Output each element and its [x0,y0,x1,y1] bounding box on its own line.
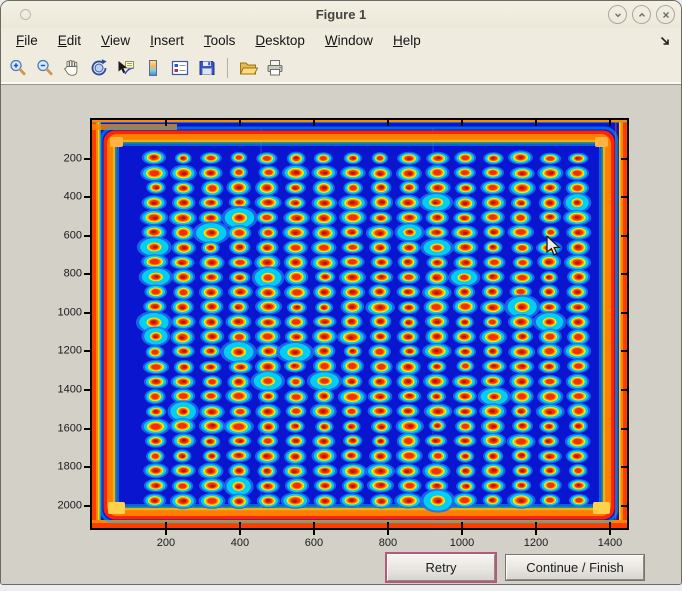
tick-label: 400 [64,191,82,203]
tick-mark [621,273,627,275]
print-figure-button[interactable] [264,57,286,79]
tick-mark [609,120,611,126]
save-figure-button[interactable] [196,57,218,79]
toolbar [1,53,681,84]
tick-label: 1400 [598,537,622,549]
tick-label: 1000 [58,306,82,318]
figure-background: 200 400 600 800 1000 1200 1400 200 400 600 800 1000… [1,84,681,585]
insert-legend-button[interactable] [169,57,191,79]
tick-label: 1800 [58,461,82,473]
tick-label: 1000 [450,537,474,549]
tick-label: 1200 [524,537,548,549]
tick-mark [165,530,167,535]
menu-item-help[interactable]: Help [383,30,431,51]
title-bar[interactable]: Figure 1 [1,1,681,28]
screen: Figure 1 FileEditViewInsertToolsDesktopW… [0,0,682,591]
tick-mark [609,522,611,528]
rotate-3d-button[interactable] [88,57,110,79]
insert-colorbar-button[interactable] [142,57,164,79]
minimize-button[interactable] [608,5,627,24]
tick-mark [621,312,627,314]
tick-mark [461,530,463,535]
tick-mark [621,466,627,468]
tick-label: 400 [231,537,249,549]
menu-item-file[interactable]: File [6,30,48,51]
tick-mark [535,530,537,535]
menu-item-window[interactable]: Window [315,30,383,51]
tick-mark [84,273,90,275]
tick-label: 1200 [58,345,82,357]
continue-finish-button[interactable]: Continue / Finish [506,555,644,580]
tick-mark [621,158,627,160]
tick-mark [621,505,627,507]
tick-mark [387,522,389,528]
menu-item-view[interactable]: View [91,30,140,51]
tick-mark [84,428,90,430]
tick-mark [621,196,627,198]
menu-bar: FileEditViewInsertToolsDesktopWindowHelp [1,28,681,53]
plot-axes: 2004006008001000120014002004006008001000… [90,118,629,530]
tick-mark [387,120,389,126]
tick-mark [84,235,90,237]
tick-label: 200 [157,537,175,549]
menu-item-edit[interactable]: Edit [48,30,91,51]
tick-label: 1600 [58,422,82,434]
tick-mark [239,120,241,126]
menu-item-desktop[interactable]: Desktop [245,30,315,51]
tick-mark [239,530,241,535]
tick-mark [84,389,90,391]
pan-button[interactable] [61,57,83,79]
window-title: Figure 1 [1,7,681,22]
menu-overflow-arrow-icon[interactable] [659,34,671,52]
tick-mark [387,530,389,535]
tick-mark [84,312,90,314]
tick-mark [461,120,463,126]
zoom-out-button[interactable] [34,57,56,79]
close-button[interactable] [656,5,675,24]
tick-label: 2000 [58,499,82,511]
tick-mark [84,350,90,352]
microarray-image[interactable] [92,120,627,528]
tick-mark [84,158,90,160]
zoom-in-button[interactable] [7,57,29,79]
tick-mark [535,522,537,528]
tick-mark [84,196,90,198]
window-controls [608,5,675,24]
tick-mark [535,120,537,126]
tick-label: 800 [64,268,82,280]
tick-mark [313,522,315,528]
data-cursor-button[interactable] [115,57,137,79]
tick-mark [621,389,627,391]
tick-mark [621,235,627,237]
tick-mark [84,466,90,468]
tick-label: 600 [305,537,323,549]
tick-label: 800 [379,537,397,549]
tick-mark [239,522,241,528]
tick-mark [621,350,627,352]
tick-label: 1400 [58,383,82,395]
menu-item-insert[interactable]: Insert [140,30,194,51]
tick-label: 200 [64,152,82,164]
tick-mark [165,522,167,528]
maximize-button[interactable] [632,5,651,24]
open-file-button[interactable] [237,57,259,79]
figure-window: Figure 1 FileEditViewInsertToolsDesktopW… [0,0,682,585]
menu-item-tools[interactable]: Tools [194,30,246,51]
tick-mark [621,428,627,430]
tick-mark [609,530,611,535]
retry-button[interactable]: Retry [387,554,495,581]
tick-mark [165,120,167,126]
toolbar-separator [227,58,228,78]
tick-label: 600 [64,229,82,241]
tick-mark [313,120,315,126]
tick-mark [84,505,90,507]
tick-mark [461,522,463,528]
tick-mark [313,530,315,535]
